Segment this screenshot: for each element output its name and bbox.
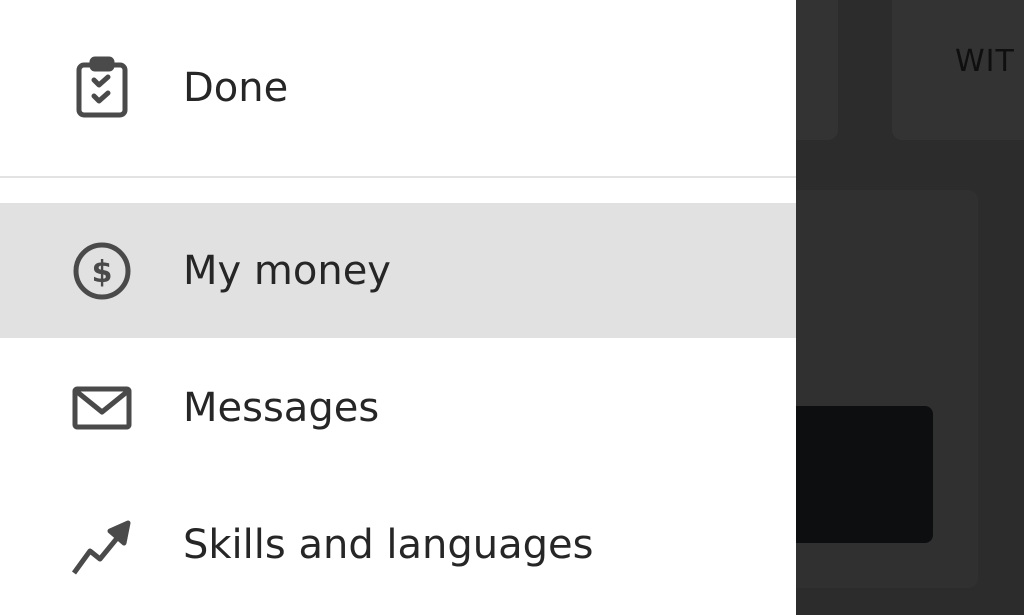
drawer-divider xyxy=(0,176,796,178)
menu-item-done[interactable]: Done xyxy=(0,20,796,156)
menu-item-label: Skills and languages xyxy=(183,522,594,568)
menu-item-messages[interactable]: Messages xyxy=(0,340,796,476)
trending-up-icon xyxy=(70,513,134,577)
dollar-circle-icon: $ xyxy=(70,239,134,303)
menu-item-label: Messages xyxy=(183,385,380,431)
clipboard-check-icon xyxy=(70,56,134,120)
menu-item-skills-and-languages[interactable]: Skills and languages xyxy=(0,477,796,613)
menu-item-label: Done xyxy=(183,65,289,111)
envelope-icon xyxy=(70,376,134,440)
menu-item-label: My money xyxy=(183,247,391,294)
app-screen: WIT Done $ My money Messages Skills and … xyxy=(0,0,1024,615)
svg-text:$: $ xyxy=(92,255,113,290)
background-tab-label: WIT xyxy=(955,44,1015,79)
navigation-drawer: Done $ My money Messages Skills and lang… xyxy=(0,0,796,615)
menu-item-my-money[interactable]: $ My money xyxy=(0,203,796,338)
